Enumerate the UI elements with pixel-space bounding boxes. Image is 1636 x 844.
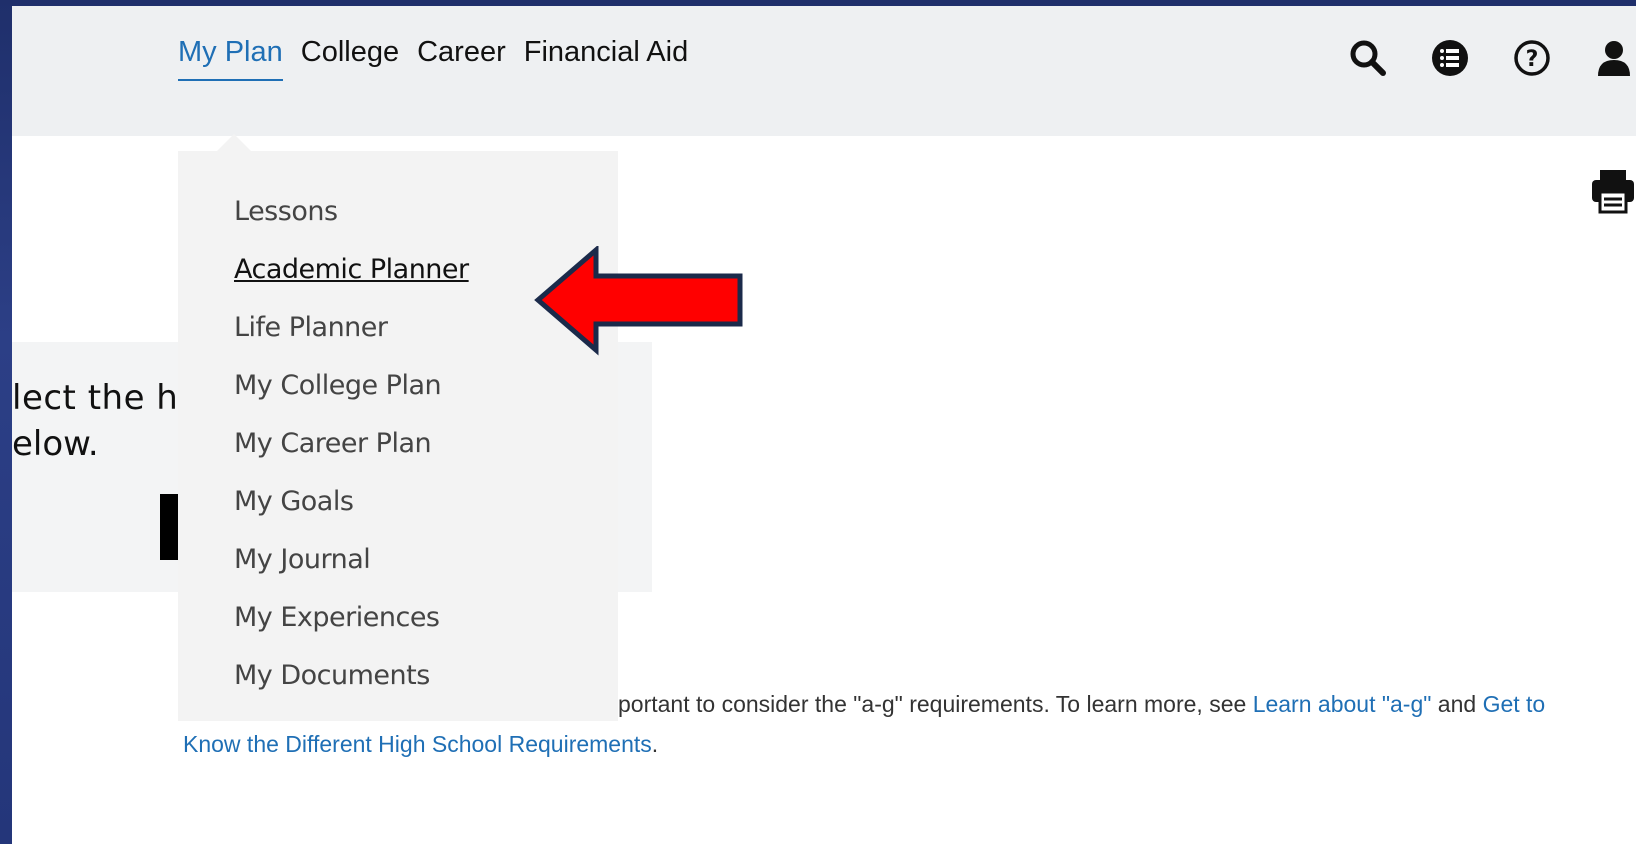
info-text-prefix: portant to consider the "a-g" requiremen… xyxy=(618,691,1253,717)
menu-item-academic-planner[interactable]: Academic Planner xyxy=(234,245,469,303)
info-and-text: and xyxy=(1431,691,1483,717)
primary-nav: My Plan College Career Financial Aid xyxy=(178,36,688,81)
menu-item-life-planner[interactable]: Life Planner xyxy=(234,303,469,361)
dropdown-menu-list: Lessons Academic Planner Life Planner My… xyxy=(234,187,469,709)
search-icon[interactable] xyxy=(1346,36,1390,80)
menu-item-my-documents[interactable]: My Documents xyxy=(234,651,469,709)
top-navigation-bar: My Plan College Career Financial Aid ? xyxy=(12,6,1636,136)
svg-text:?: ? xyxy=(1526,47,1539,72)
nav-link-college[interactable]: College xyxy=(301,36,399,81)
nav-icon-group: ? xyxy=(1346,36,1636,80)
help-icon[interactable]: ? xyxy=(1510,36,1554,80)
nav-link-my-plan[interactable]: My Plan xyxy=(178,36,283,81)
list-icon[interactable] xyxy=(1428,36,1472,80)
red-arrow-annotation xyxy=(534,244,744,361)
menu-item-my-career-plan[interactable]: My Career Plan xyxy=(234,419,469,477)
user-icon[interactable] xyxy=(1592,36,1636,80)
menu-item-my-experiences[interactable]: My Experiences xyxy=(234,593,469,651)
print-icon[interactable] xyxy=(1590,168,1636,214)
info-suffix: . xyxy=(651,731,659,757)
dropdown-caret xyxy=(216,134,252,152)
nav-link-career[interactable]: Career xyxy=(417,36,506,81)
menu-item-my-college-plan[interactable]: My College Plan xyxy=(234,361,469,419)
my-plan-dropdown-menu: Lessons Academic Planner Life Planner My… xyxy=(178,151,618,721)
link-learn-about-a-g[interactable]: Learn about "a-g" xyxy=(1253,691,1432,717)
page-viewport: My Plan College Career Financial Aid ? l… xyxy=(12,6,1636,844)
menu-item-my-goals[interactable]: My Goals xyxy=(234,477,469,535)
hero-text-line-2: elow. xyxy=(12,424,99,464)
menu-item-lessons[interactable]: Lessons xyxy=(234,187,469,245)
menu-item-my-journal[interactable]: My Journal xyxy=(234,535,469,593)
nav-link-financial-aid[interactable]: Financial Aid xyxy=(524,36,688,81)
